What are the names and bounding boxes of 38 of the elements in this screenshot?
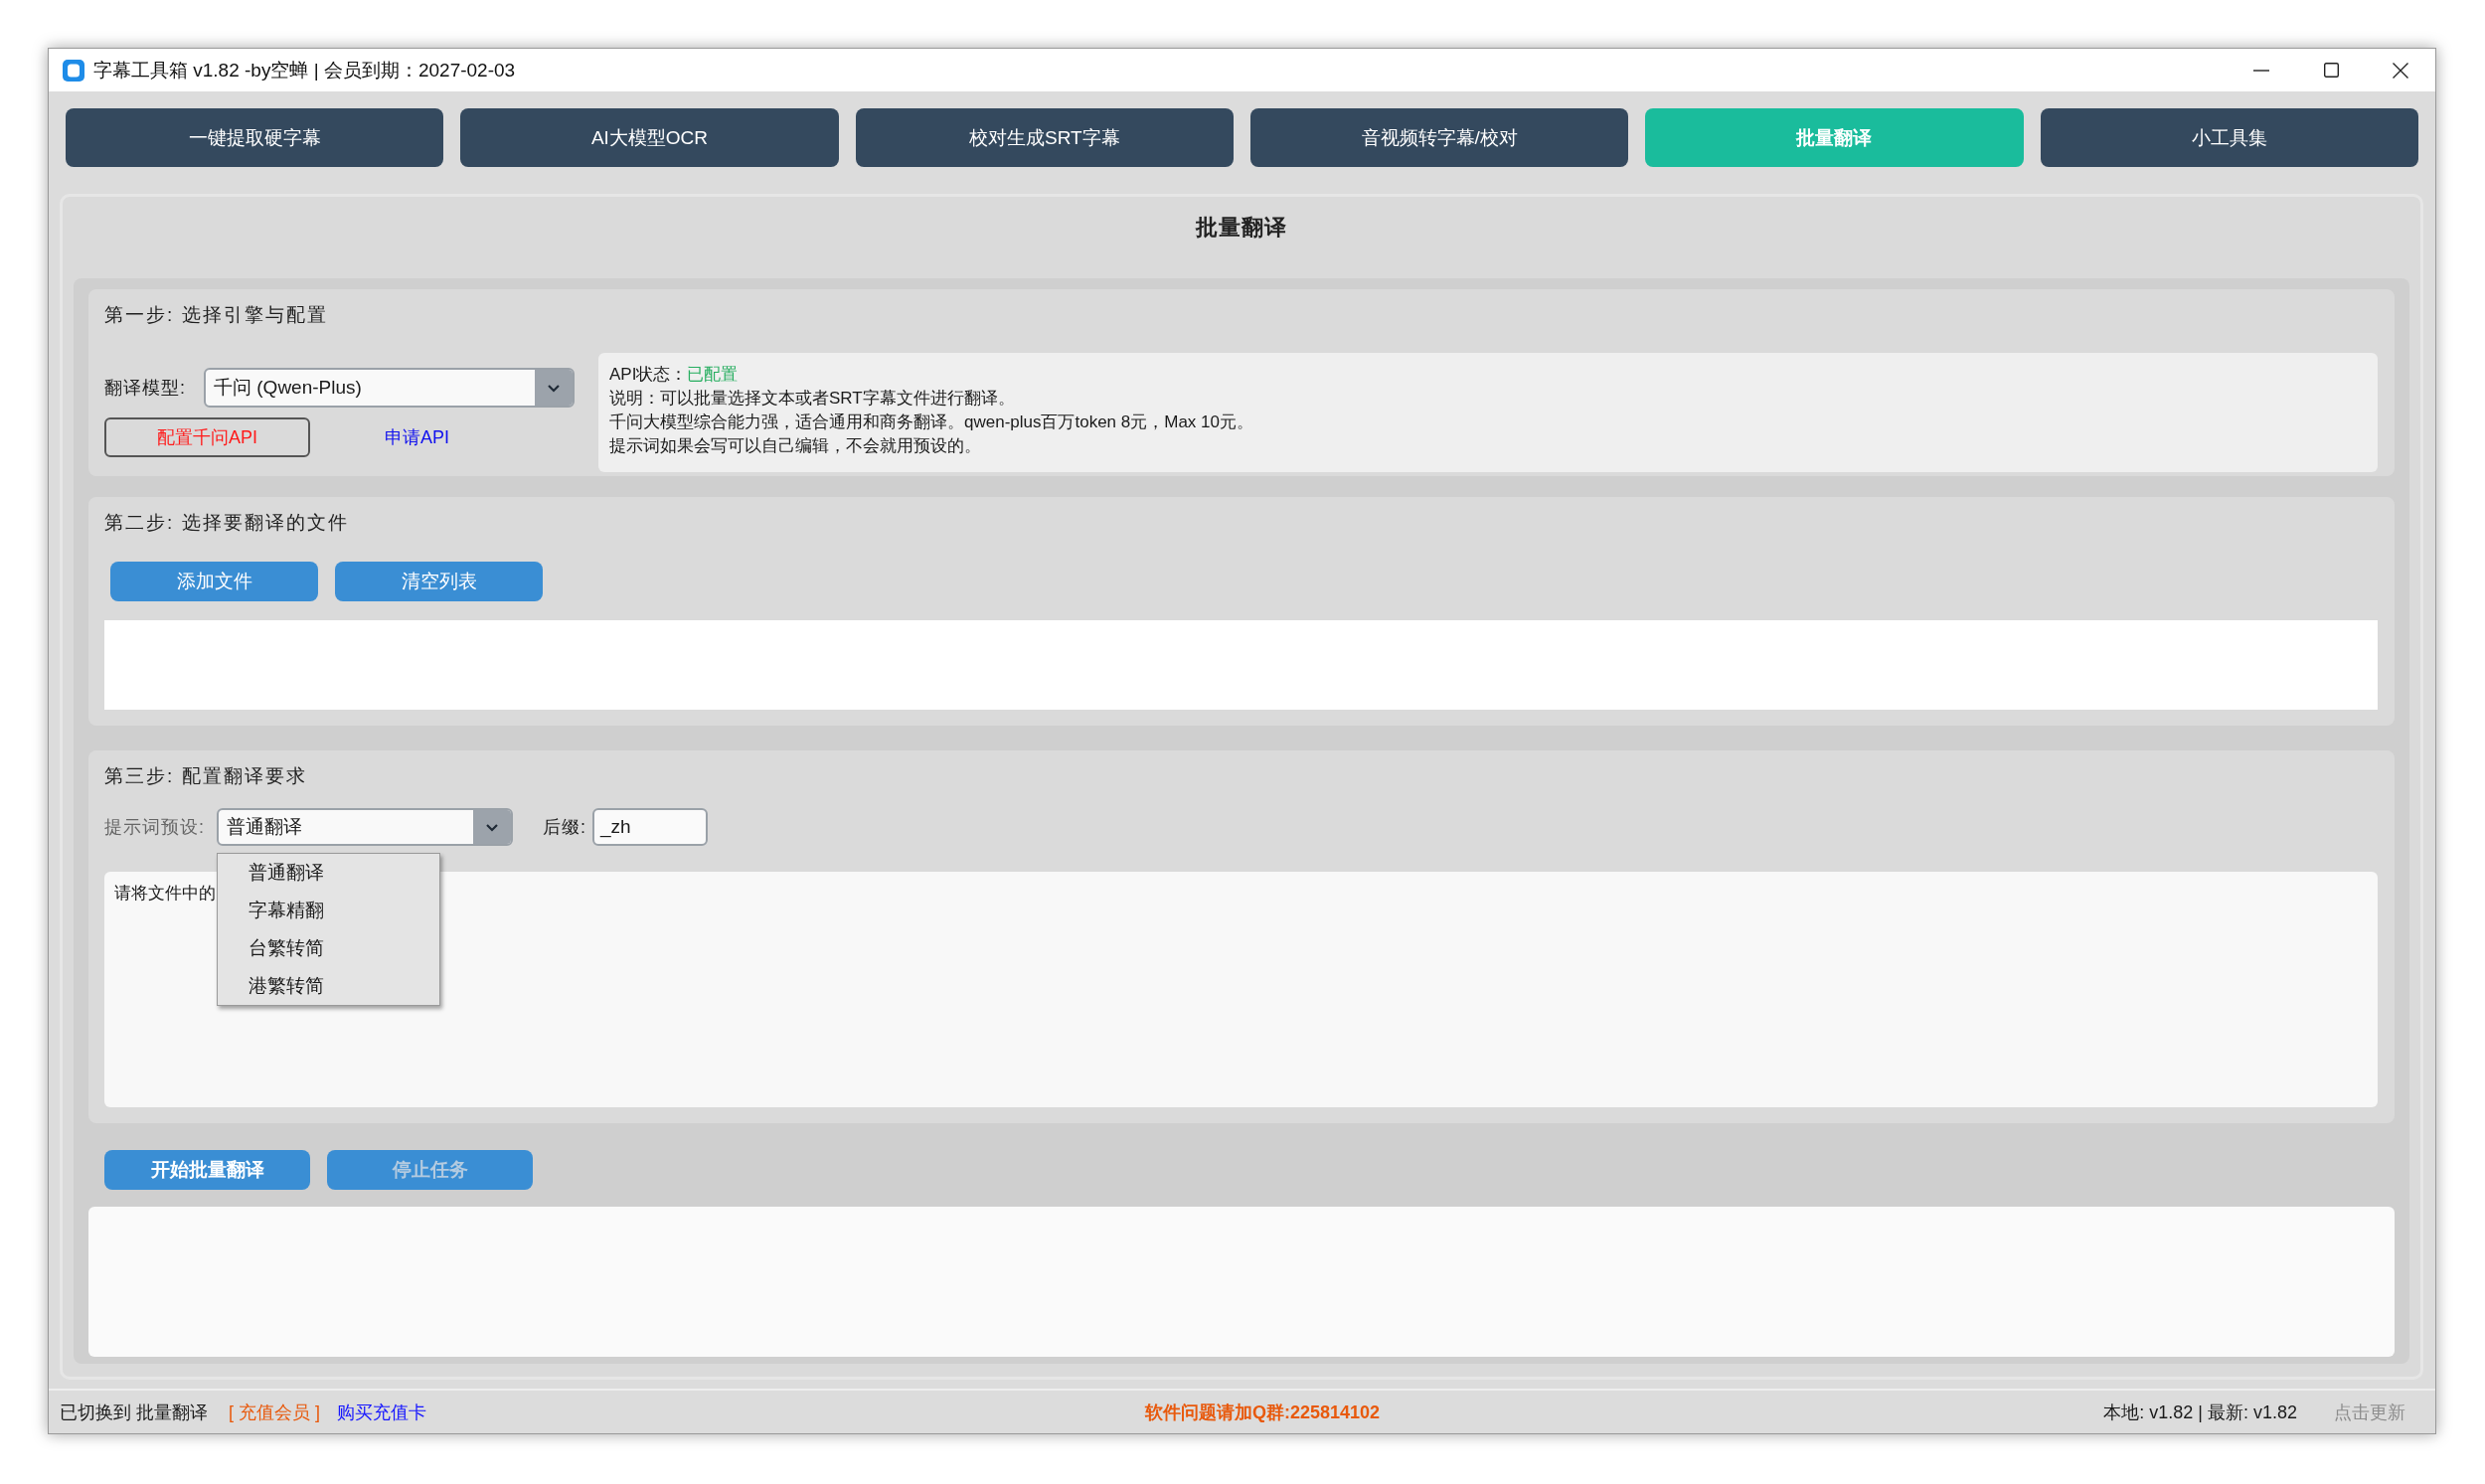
minimize-icon — [2253, 69, 2269, 72]
info-text: 千问大模型综合能力强，适合通用和商务翻译。qwen-plus百万token 8元，Max 10元。 — [609, 412, 1253, 433]
api-status-label: API状态： — [609, 364, 688, 386]
field-label: 翻译模型: — [104, 377, 186, 400]
api-status-value: 已配置 — [687, 364, 739, 386]
menu-item[interactable]: 字幕精翻 — [218, 892, 439, 929]
file-action-button[interactable]: 清空列表 — [335, 562, 543, 601]
field-label: 提示词预设: — [104, 816, 205, 839]
section-heading: 第二步: 选择要翻译的文件 — [104, 511, 349, 535]
page-title: 批量翻译 — [1196, 215, 1287, 241]
app-icon — [63, 59, 84, 82]
file-action-button[interactable]: 添加文件 — [110, 562, 318, 601]
close-icon — [2393, 62, 2408, 79]
status-message: 已切换到 批量翻译 — [60, 1401, 208, 1424]
section-heading: 第三步: 配置翻译要求 — [104, 764, 307, 788]
chevron-down-icon — [473, 810, 511, 844]
task-button[interactable]: 开始批量翻译 — [104, 1150, 310, 1190]
chevron-down-icon — [535, 370, 573, 406]
support-text: 软件问题请加Q群:225814102 — [1143, 1401, 1381, 1424]
maximize-icon — [2323, 63, 2339, 78]
section-heading: 第一步: 选择引擎与配置 — [104, 303, 328, 327]
menu-item[interactable]: 台繁转简 — [218, 929, 439, 967]
tab[interactable]: 小工具集 — [2040, 108, 2418, 167]
buy-card-link[interactable]: 购买充值卡 — [337, 1402, 427, 1422]
tab[interactable]: 校对生成SRT字幕 — [855, 108, 1234, 167]
info-text: 说明：可以批量选择文本或者SRT字幕文件进行翻译。 — [609, 388, 1015, 410]
window-title: 字幕工具箱 v1.82 -by空蝉 | 会员到期：2027-02-03 — [93, 58, 516, 82]
apply-api-link[interactable]: 申请API — [385, 427, 449, 447]
menu-item[interactable]: 港繁转简 — [218, 967, 439, 1005]
version-text: 本地: v1.82 | 最新: v1.82 — [2103, 1401, 2297, 1424]
field-label: 后缀: — [543, 817, 587, 837]
preset-select[interactable]: 普通翻译 — [217, 808, 513, 846]
tab[interactable]: AI大模型OCR — [460, 108, 839, 167]
info-text: 提示词如果会写可以自己编辑，不会就用预设的。 — [609, 435, 981, 457]
model-select[interactable]: 千问 (Qwen-Plus) — [204, 368, 575, 408]
tab[interactable]: 音视频转字幕/校对 — [1250, 108, 1629, 167]
suffix-field[interactable]: _zh — [592, 808, 709, 846]
tab[interactable]: 一键提取硬字幕 — [66, 108, 444, 167]
